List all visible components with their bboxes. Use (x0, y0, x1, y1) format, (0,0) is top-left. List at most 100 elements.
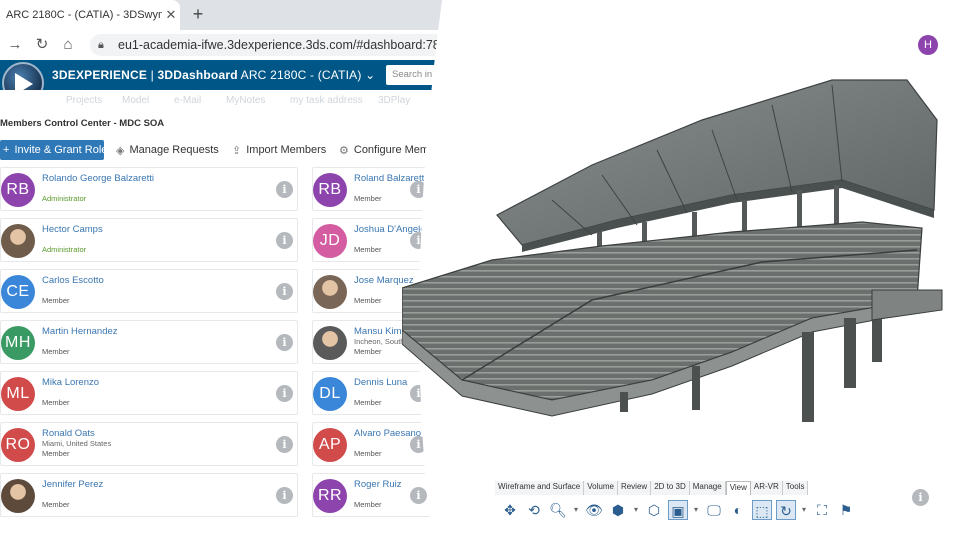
rotate-icon[interactable]: ⟲ (524, 500, 544, 520)
avatar[interactable]: RB (313, 173, 347, 207)
dashboard-tab[interactable]: my task address (290, 95, 363, 106)
app-title[interactable]: 3DEXPERIENCE | 3DDashboard ARC 2180C - (… (52, 68, 375, 82)
dashboard-tab[interactable]: MyNotes (226, 95, 265, 106)
manage-requests-button[interactable]: ◈ Manage Requests (116, 140, 219, 160)
member-location: Miami, United States (42, 439, 112, 448)
flag-icon[interactable]: ⚑ (836, 500, 856, 520)
info-icon[interactable]: i (276, 385, 293, 402)
close-icon[interactable]: ✕ (162, 7, 180, 23)
member-name[interactable]: Ronald Oats (42, 428, 95, 439)
dashboard-tab[interactable]: Projects (66, 95, 102, 106)
member-card[interactable]: Jennifer Perez Member i (0, 473, 298, 517)
member-role: Member (354, 347, 382, 356)
ar-icon[interactable]: ⛶ (812, 500, 832, 520)
action-tab[interactable]: Wireframe and Surface (495, 481, 585, 495)
action-tab[interactable]: Review (617, 481, 652, 495)
info-icon[interactable]: i (912, 489, 929, 506)
chevron-down-icon[interactable]: ▾ (692, 500, 700, 520)
member-name[interactable]: Mansu Kim (354, 326, 402, 337)
avatar[interactable]: RR (313, 479, 347, 513)
info-icon[interactable]: i (276, 334, 293, 351)
refresh-view-icon[interactable]: ↻ (776, 500, 796, 520)
hide-show-icon[interactable]: ◐ (728, 500, 748, 520)
person-add-icon: + (0, 144, 10, 156)
browser-tab[interactable]: ARC 2180C - (CATIA) - 3DSwym ✕ (0, 0, 180, 30)
info-icon[interactable]: i (276, 232, 293, 249)
member-name[interactable]: Roger Ruiz (354, 479, 402, 490)
title-separator: | (150, 68, 158, 82)
pan-icon[interactable]: ✥ (500, 500, 520, 520)
action-tab[interactable]: View (725, 481, 751, 495)
info-icon[interactable]: i (276, 283, 293, 300)
member-card[interactable]: Hector Camps Administrator i (0, 218, 298, 262)
member-role: Member (42, 398, 70, 407)
new-tab-icon[interactable]: + (188, 4, 208, 24)
member-role: Member (354, 296, 382, 305)
invite-button[interactable]: + Invite & Grant Roles (0, 140, 113, 160)
action-tab[interactable]: 2D to 3D (651, 481, 690, 495)
select-icon[interactable]: ⬚ (752, 500, 772, 520)
member-card[interactable]: RO Ronald Oats Miami, United States Member i (0, 422, 298, 466)
member-card[interactable]: CE Carlos Escotto Member i (0, 269, 298, 313)
manage-requests-label: Manage Requests (129, 144, 219, 156)
import-members-button[interactable]: ⇪ Import Members (232, 140, 326, 160)
member-name[interactable]: Jennifer Perez (42, 479, 103, 490)
dashboard-tab[interactable]: e-Mail (174, 95, 201, 106)
member-name[interactable]: Mika Lorenzo (42, 377, 99, 388)
member-role: Member (354, 194, 382, 203)
avatar[interactable]: CE (1, 275, 35, 309)
look-at-icon[interactable]: 👁︎ (584, 500, 604, 520)
reload-icon[interactable]: ↻ (33, 36, 51, 54)
dashboard-tab[interactable]: Model (122, 95, 149, 106)
home-icon[interactable]: ⌂ (59, 36, 77, 54)
member-role: Member (354, 398, 382, 407)
member-name[interactable]: Rolando George Balzaretti (42, 173, 154, 184)
info-icon[interactable]: i (276, 181, 293, 198)
render-style-icon[interactable]: ⬡ (644, 500, 664, 520)
avatar[interactable]: AP (313, 428, 347, 462)
action-tab[interactable]: AR-VR (750, 481, 783, 495)
member-role: Member (42, 347, 70, 356)
member-role: Member (42, 449, 70, 458)
member-role: Member (42, 500, 70, 509)
zoom-icon[interactable]: 🔍︎ (548, 500, 568, 520)
member-name[interactable]: Carlos Escotto (42, 275, 104, 286)
avatar[interactable]: MH (1, 326, 35, 360)
avatar[interactable] (1, 224, 35, 258)
avatar[interactable]: DL (313, 377, 347, 411)
info-icon[interactable]: i (276, 436, 293, 453)
member-name[interactable]: Martin Hernandez (42, 326, 118, 337)
avatar[interactable] (313, 326, 347, 360)
chevron-down-icon[interactable]: ▾ (632, 500, 640, 520)
action-tab[interactable]: Volume (584, 481, 618, 495)
import-members-label: Import Members (246, 144, 327, 156)
chevron-down-icon[interactable]: ⌄ (365, 68, 375, 82)
action-tab[interactable]: Tools (782, 481, 809, 495)
member-name[interactable]: Dennis Luna (354, 377, 407, 388)
back-icon[interactable]: → (6, 36, 24, 54)
member-card[interactable]: RB Rolando George Balzaretti Administrator… (0, 167, 298, 211)
avatar[interactable]: JD (313, 224, 347, 258)
member-role: Member (354, 449, 382, 458)
member-role: Administrator (42, 245, 87, 254)
view-cube-icon[interactable]: ⬢ (608, 500, 628, 520)
chevron-down-icon[interactable]: ▾ (572, 500, 580, 520)
profile-avatar[interactable]: H (918, 35, 938, 55)
chevron-down-icon[interactable]: ▾ (800, 500, 808, 520)
info-icon[interactable]: i (276, 487, 293, 504)
fit-all-icon[interactable]: ▣ (668, 500, 688, 520)
member-card[interactable]: ML Mika Lorenzo Member i (0, 371, 298, 415)
user-gear-icon: ⚙ (339, 144, 349, 157)
avatar[interactable]: RO (1, 428, 35, 462)
avatar[interactable]: ML (1, 377, 35, 411)
avatar[interactable] (1, 479, 35, 513)
browser-tab-title: ARC 2180C - (CATIA) - 3DSwym (6, 9, 162, 21)
action-tab[interactable]: Manage (689, 481, 726, 495)
screen-icon[interactable]: 🖵︎ (704, 500, 724, 520)
avatar[interactable] (313, 275, 347, 309)
member-card[interactable]: MH Martin Hernandez Member i (0, 320, 298, 364)
avatar[interactable]: RB (1, 173, 35, 207)
member-name[interactable]: Hector Camps (42, 224, 103, 235)
3d-model-viewer[interactable] (402, 0, 960, 538)
member-role: Member (354, 245, 382, 254)
